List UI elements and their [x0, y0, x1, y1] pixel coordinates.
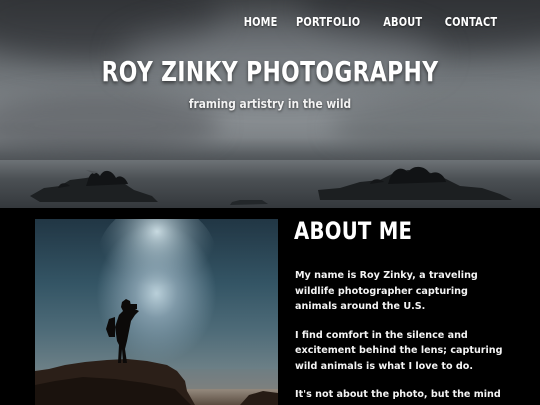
nav-about-link[interactable]: ABOUT — [384, 15, 423, 29]
photographer-photo — [35, 219, 278, 405]
main-nav: HOME PORTFOLIO ABOUT CONTACT — [240, 15, 503, 29]
about-paragraph-1: My name is Roy Zinky, a traveling wildli… — [295, 270, 478, 312]
about-paragraph-2: I find comfort in the silence and excite… — [295, 329, 503, 372]
nav-home-link[interactable]: HOME — [244, 15, 278, 29]
site-tagline: framing artistry in the wild — [188, 96, 352, 111]
about-section: ABOUT ME My name is Roy Zinky, a traveli… — [0, 208, 540, 405]
about-paragraph-3: It's not about the photo, but the mind — [295, 389, 501, 400]
about-text: My name is Roy Zinky, a traveling wildli… — [295, 268, 510, 405]
site-title: ROY ZINKY PHOTOGRAPHY — [101, 55, 439, 88]
photographer-silhouette-image — [35, 219, 278, 405]
hero-banner: HOME PORTFOLIO ABOUT CONTACT ROY ZINKY P… — [0, 0, 540, 208]
about-heading: ABOUT ME — [294, 217, 413, 245]
nav-portfolio-link[interactable]: PORTFOLIO — [296, 15, 360, 29]
nav-contact-link[interactable]: CONTACT — [445, 15, 497, 29]
